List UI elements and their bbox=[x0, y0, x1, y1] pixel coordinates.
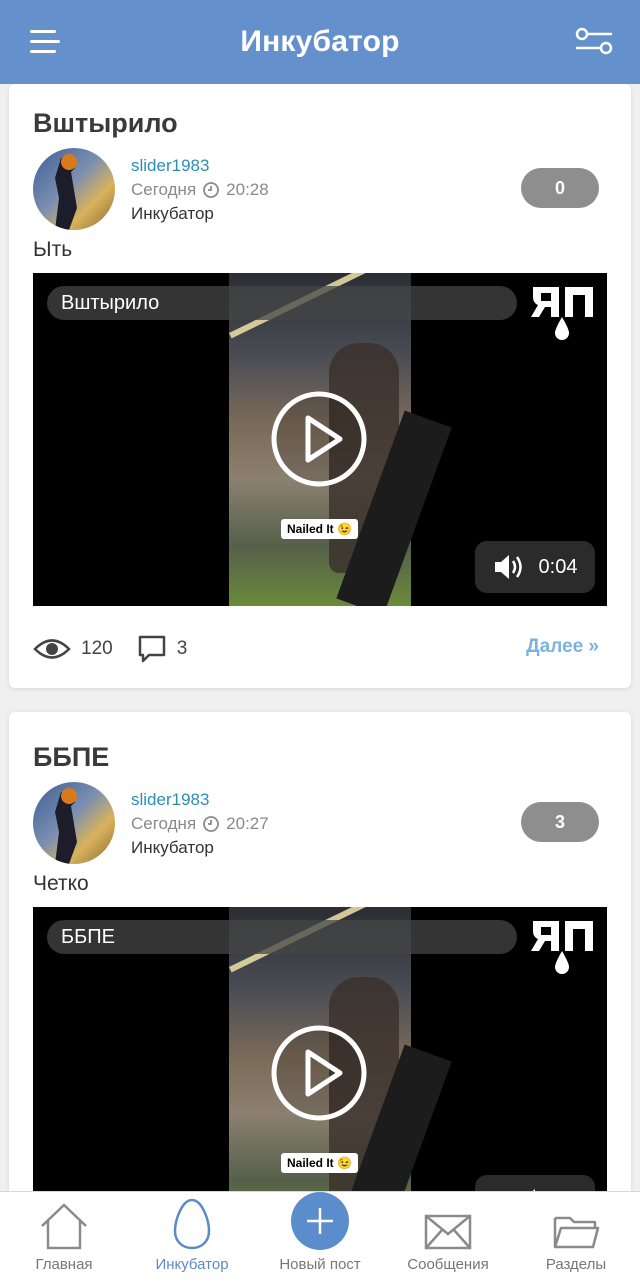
avatar-image bbox=[55, 154, 77, 230]
nav-label: Новый пост bbox=[279, 1256, 361, 1273]
video-player[interactable]: Nailed It 😉 ББПЕ bbox=[33, 907, 607, 1191]
play-icon[interactable] bbox=[270, 390, 368, 488]
envelope-icon bbox=[424, 1214, 472, 1250]
nav-label: Инкубатор bbox=[155, 1256, 229, 1273]
nav-label: Разделы bbox=[545, 1256, 607, 1273]
nav-new-post[interactable]: Новый пост bbox=[256, 1192, 384, 1285]
new-post-button[interactable] bbox=[291, 1192, 349, 1250]
author-link[interactable]: slider1983 bbox=[131, 790, 209, 810]
time-text: 20:27 bbox=[226, 814, 269, 833]
nav-incubator[interactable]: Инкубатор bbox=[128, 1192, 256, 1285]
yap-logo-icon bbox=[531, 287, 593, 340]
video-sticker: Nailed It 😉 bbox=[281, 519, 358, 539]
filter-button[interactable] bbox=[572, 24, 616, 60]
hamburger-icon-line bbox=[30, 50, 56, 53]
hamburger-icon-line bbox=[30, 40, 60, 43]
post-feed[interactable]: Вштырило slider1983 Сегодня 20:28 Инкуба… bbox=[0, 84, 640, 1191]
post-text: Ыть bbox=[33, 238, 73, 261]
avatar[interactable] bbox=[33, 782, 115, 864]
date-text: Сегодня bbox=[131, 814, 197, 833]
app-bar: Инкубатор bbox=[0, 0, 640, 84]
filter-sliders-icon bbox=[575, 27, 613, 55]
yap-logo-icon bbox=[531, 921, 593, 974]
eye-icon bbox=[33, 639, 71, 659]
section-link[interactable]: Инкубатор bbox=[131, 838, 214, 858]
video-sticker: Nailed It 😉 bbox=[281, 1153, 358, 1173]
avatar-image bbox=[55, 788, 77, 864]
video-caption: ББПЕ bbox=[47, 920, 517, 954]
nav-label: Сообщения bbox=[407, 1256, 489, 1273]
time-text: 20:28 bbox=[226, 180, 269, 199]
menu-button[interactable] bbox=[24, 24, 64, 60]
rating-badge[interactable]: 0 bbox=[521, 168, 599, 208]
video-player[interactable]: Nailed It 😉 Вштырило 0:04 bbox=[33, 273, 607, 606]
section-link[interactable]: Инкубатор bbox=[131, 204, 214, 224]
author-link[interactable]: slider1983 bbox=[131, 156, 209, 176]
folder-icon bbox=[553, 1216, 600, 1249]
video-duration[interactable] bbox=[475, 1175, 595, 1191]
comment-icon[interactable] bbox=[137, 634, 167, 664]
nav-home[interactable]: Главная bbox=[0, 1192, 128, 1285]
post-time: Сегодня 20:27 bbox=[131, 814, 269, 834]
nav-sections[interactable]: Разделы bbox=[512, 1192, 640, 1285]
views-count: 120 bbox=[81, 638, 113, 659]
post-stats: 120 3 bbox=[33, 634, 187, 664]
read-more-link[interactable]: Далее » bbox=[526, 636, 599, 658]
post-time: Сегодня 20:28 bbox=[131, 180, 269, 200]
date-text: Сегодня bbox=[131, 180, 197, 199]
post-text: Четко bbox=[33, 872, 89, 895]
bottom-nav: Главная Инкубатор Новый пост Сообщения Р… bbox=[0, 1191, 640, 1285]
post-title[interactable]: ББПЕ bbox=[33, 742, 109, 773]
rating-badge[interactable]: 3 bbox=[521, 802, 599, 842]
page-title: Инкубатор bbox=[240, 25, 400, 58]
video-caption: Вштырило bbox=[47, 286, 517, 320]
post-title[interactable]: Вштырило bbox=[33, 108, 178, 139]
home-icon bbox=[41, 1203, 87, 1250]
clock-icon bbox=[203, 182, 220, 198]
comments-count[interactable]: 3 bbox=[177, 638, 188, 660]
clock-icon bbox=[203, 816, 220, 832]
nav-label: Главная bbox=[35, 1256, 93, 1273]
duration-text: 0:04 bbox=[538, 555, 578, 578]
video-duration[interactable]: 0:04 bbox=[475, 541, 595, 593]
plus-icon bbox=[307, 1208, 333, 1234]
avatar[interactable] bbox=[33, 148, 115, 230]
hamburger-icon bbox=[30, 30, 56, 33]
egg-icon bbox=[173, 1198, 211, 1250]
play-icon[interactable] bbox=[270, 1024, 368, 1122]
nav-messages[interactable]: Сообщения bbox=[384, 1192, 512, 1285]
volume-icon bbox=[494, 555, 522, 579]
post-card: Вштырило slider1983 Сегодня 20:28 Инкуба… bbox=[9, 84, 631, 688]
post-card: ББПЕ slider1983 Сегодня 20:27 Инкубатор … bbox=[9, 712, 631, 1191]
